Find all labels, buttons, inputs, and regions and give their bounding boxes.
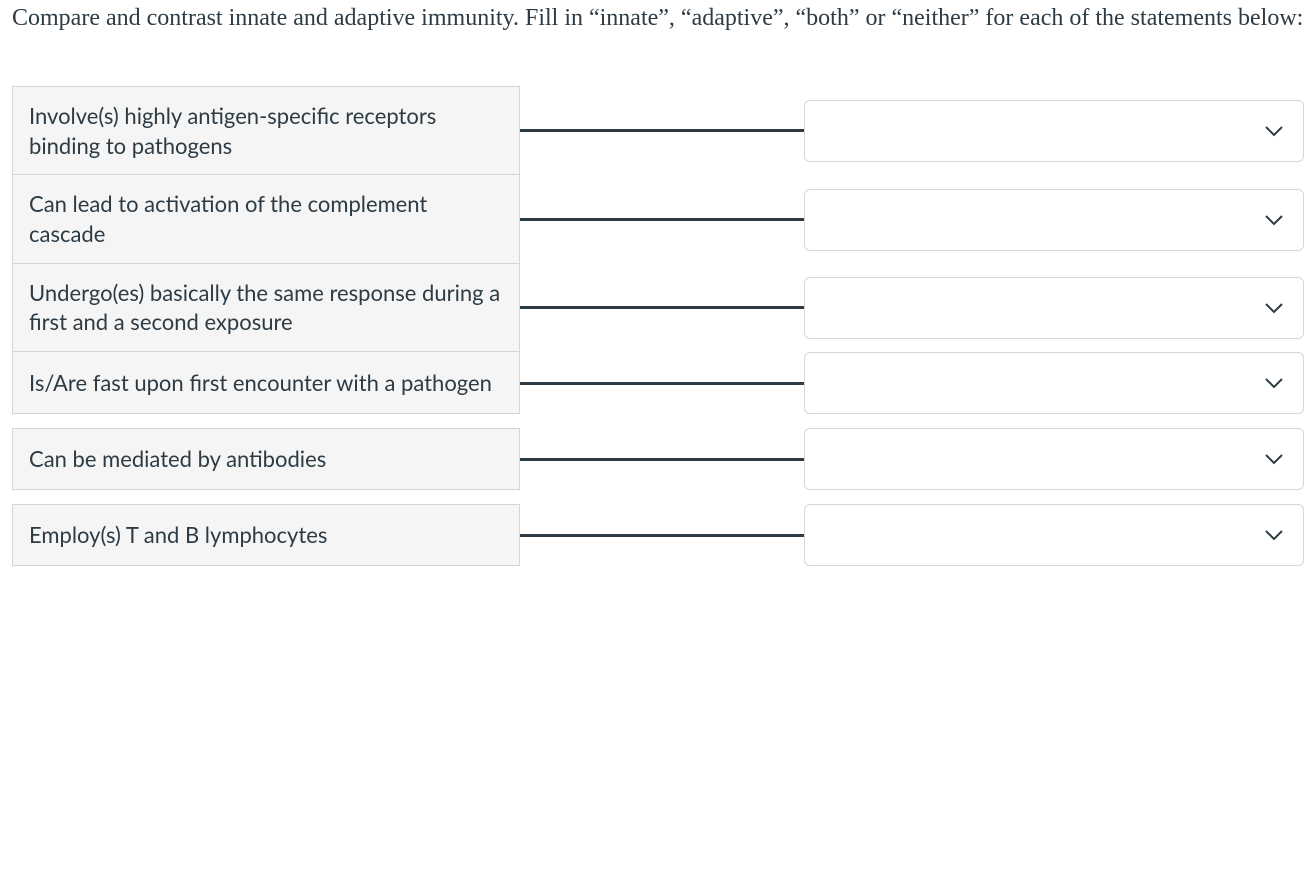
connector-line <box>520 428 804 490</box>
prompt-box-4: Can be mediated by antibodies <box>12 428 520 490</box>
answer-col <box>804 428 1304 490</box>
chevron-down-icon <box>1263 120 1285 142</box>
select-value <box>821 373 1257 393</box>
answer-col <box>804 264 1304 352</box>
prompt-box-0: Involve(s) highly antigen-specific recep… <box>12 86 520 175</box>
connector-line <box>520 175 804 263</box>
connector-line <box>520 352 804 414</box>
prompt-text: Can be mediated by antibodies <box>29 444 326 474</box>
line <box>520 306 804 309</box>
line <box>520 382 804 385</box>
chevron-down-icon <box>1263 209 1285 231</box>
chevron-down-icon <box>1263 297 1285 319</box>
prompt-text: Is/Are fast upon first encounter with a … <box>29 368 492 398</box>
question-prompt: Compare and contrast innate and adaptive… <box>12 0 1304 36</box>
prompt-text: Involve(s) highly antigen-specific recep… <box>29 101 503 160</box>
prompt-box-3: Is/Are fast upon first encounter with a … <box>12 352 520 414</box>
line <box>520 129 804 132</box>
select-value <box>821 210 1257 230</box>
chevron-down-icon <box>1263 524 1285 546</box>
match-row: Is/Are fast upon first encounter with a … <box>12 352 1304 414</box>
match-row: Can lead to activation of the complement… <box>12 175 1304 263</box>
chevron-down-icon <box>1263 372 1285 394</box>
prompt-box-5: Employ(s) T and B lymphocytes <box>12 504 520 566</box>
prompt-box-2: Undergo(es) basically the same response … <box>12 264 520 352</box>
answer-select-0[interactable] <box>804 100 1304 162</box>
connector-line <box>520 86 804 175</box>
select-value <box>821 298 1257 318</box>
answer-col <box>804 504 1304 566</box>
match-row: Undergo(es) basically the same response … <box>12 264 1304 352</box>
select-value <box>821 121 1257 141</box>
answer-select-2[interactable] <box>804 277 1304 339</box>
answer-col <box>804 175 1304 263</box>
line <box>520 534 804 537</box>
question-container: Compare and contrast innate and adaptive… <box>0 0 1316 586</box>
prompt-text: Undergo(es) basically the same response … <box>29 278 503 337</box>
connector-line <box>520 504 804 566</box>
select-value <box>821 449 1257 469</box>
match-row: Employ(s) T and B lymphocytes <box>12 504 1304 566</box>
answer-select-5[interactable] <box>804 504 1304 566</box>
answer-select-1[interactable] <box>804 189 1304 251</box>
answer-select-3[interactable] <box>804 352 1304 414</box>
answer-select-4[interactable] <box>804 428 1304 490</box>
match-row: Involve(s) highly antigen-specific recep… <box>12 86 1304 175</box>
line <box>520 218 804 221</box>
connector-line <box>520 264 804 352</box>
line <box>520 458 804 461</box>
select-value <box>821 525 1257 545</box>
answer-col <box>804 352 1304 414</box>
match-row: Can be mediated by antibodies <box>12 428 1304 490</box>
prompt-text: Employ(s) T and B lymphocytes <box>29 520 327 550</box>
chevron-down-icon <box>1263 448 1285 470</box>
prompt-text: Can lead to activation of the complement… <box>29 189 503 248</box>
answer-col <box>804 86 1304 175</box>
prompt-box-1: Can lead to activation of the complement… <box>12 175 520 263</box>
